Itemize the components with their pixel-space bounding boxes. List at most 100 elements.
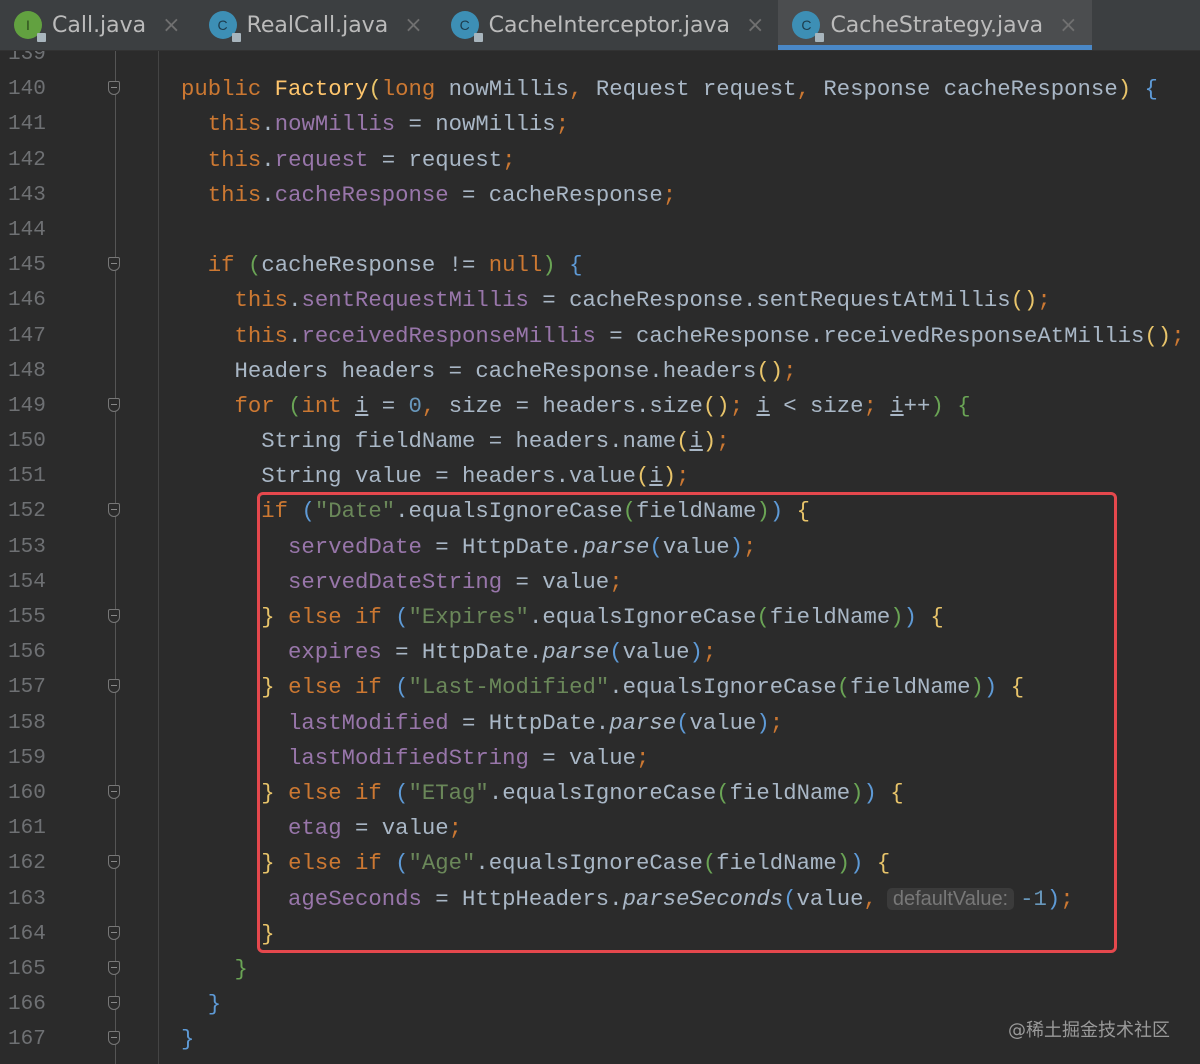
line-number: 145 (8, 254, 46, 278)
tab-cachestrategy[interactable]: C CacheStrategy.java × (778, 0, 1092, 50)
code-token: Request request (595, 76, 797, 103)
code-token: i (890, 392, 904, 419)
line-number: 148 (8, 359, 46, 383)
code-token: { (1144, 76, 1158, 103)
code-token: = request (368, 146, 503, 173)
fold-marker-icon[interactable] (108, 397, 120, 412)
line-number: 155 (8, 606, 46, 629)
fold-marker-icon[interactable] (108, 784, 120, 799)
code-token: ( (247, 252, 262, 279)
field-token: sentRequestMillis (301, 287, 529, 314)
code-token: } (234, 955, 248, 982)
fold-marker-icon[interactable] (108, 1031, 120, 1046)
keyword-token: ; (729, 392, 757, 419)
field-token: cacheResponse (274, 181, 449, 208)
line-number: 156 (8, 641, 46, 665)
field-token: receivedResponseMillis (301, 322, 596, 349)
class-file-icon: C (450, 11, 483, 42)
code-token: i (689, 428, 703, 455)
keyword-token: ; (662, 181, 677, 208)
code-editor[interactable]: 139 140 public Factory(long nowMillis, Req… (0, 51, 1200, 1064)
code-line: 142 this.request = request; (0, 143, 1200, 178)
keyword-token: ; (502, 146, 516, 173)
close-icon[interactable]: × (1059, 13, 1077, 38)
code-line: 148 Headers headers = cacheResponse.head… (0, 354, 1200, 389)
code-token: 0 (408, 392, 422, 419)
line-number: 154 (8, 570, 46, 594)
code-token: i (756, 392, 770, 419)
line-number: 149 (8, 394, 46, 418)
line-number: 147 (8, 324, 46, 348)
keyword-token: ; (555, 111, 570, 138)
code-token: ) (662, 463, 677, 490)
tab-label: CacheInterceptor.java (488, 12, 730, 38)
code-token: () (702, 392, 730, 419)
fold-marker-icon[interactable] (108, 609, 120, 623)
lock-icon (473, 33, 483, 42)
line-number: 161 (8, 817, 46, 841)
code-text: String fieldName = headers.name(i); (181, 424, 729, 459)
line-number: 167 (8, 1028, 46, 1052)
code-token: . (261, 111, 275, 138)
code-token: } (181, 1026, 195, 1053)
class-file-icon: C (792, 11, 825, 42)
code-token: ( (368, 76, 382, 103)
close-icon[interactable]: × (746, 13, 764, 38)
tab-realcall[interactable]: C RealCall.java × (195, 0, 437, 50)
file-type-letter: C (801, 17, 812, 33)
code-token: } (207, 991, 222, 1018)
fold-marker-icon[interactable] (108, 996, 120, 1011)
code-text: this.cacheResponse = cacheResponse; (181, 178, 676, 213)
line-number: 159 (8, 746, 46, 770)
code-line: 145 if (cacheResponse != null) { (0, 248, 1200, 283)
close-icon[interactable]: × (404, 13, 422, 38)
code-token: ) (542, 252, 556, 279)
code-line: 151 String value = headers.value(i); (0, 459, 1200, 494)
fold-marker-icon[interactable] (108, 81, 120, 96)
lock-icon (231, 33, 241, 42)
code-token: { (957, 392, 971, 419)
code-line: 144 (0, 213, 1200, 248)
line-number: 158 (8, 711, 46, 735)
keyword-token: long (381, 76, 449, 103)
fold-marker-icon[interactable] (108, 679, 120, 694)
fold-marker-icon[interactable] (108, 257, 120, 272)
close-icon[interactable]: × (162, 13, 180, 38)
code-text: for (int i = 0, size = headers.size(); i… (181, 389, 971, 424)
keyword-token: this (234, 287, 289, 314)
code-token: ( (635, 463, 650, 490)
line-number: 166 (8, 993, 46, 1017)
keyword-token: if (207, 252, 248, 279)
tab-cacheinterceptor[interactable]: C CacheInterceptor.java × (437, 0, 779, 50)
code-token: ) (1117, 76, 1132, 103)
code-token: () (756, 357, 784, 384)
code-text: this.sentRequestMillis = cacheResponse.s… (181, 283, 1051, 318)
fold-marker-icon[interactable] (108, 503, 120, 518)
code-text: public Factory(long nowMillis, Request r… (181, 72, 1158, 107)
line-number: 162 (8, 852, 46, 876)
code-text: String value = headers.value(i); (181, 459, 689, 494)
code-token: String value = headers.value (181, 463, 636, 490)
keyword-token: , (421, 392, 449, 419)
line-number: 165 (8, 957, 46, 981)
keyword-token: int (301, 392, 355, 419)
line-number: 151 (8, 465, 46, 489)
tab-call[interactable]: I Call.java × (0, 0, 195, 50)
fold-marker-icon[interactable] (108, 925, 120, 940)
file-type-letter: I (26, 17, 30, 33)
fold-marker-icon[interactable] (108, 855, 120, 870)
code-line: 149 for (int i = 0, size = headers.size(… (0, 389, 1200, 424)
fold-marker-icon[interactable] (108, 960, 120, 975)
code-token: i (649, 463, 663, 490)
code-text: this.receivedResponseMillis = cacheRespo… (181, 319, 1185, 354)
keyword-token: this (207, 111, 262, 138)
